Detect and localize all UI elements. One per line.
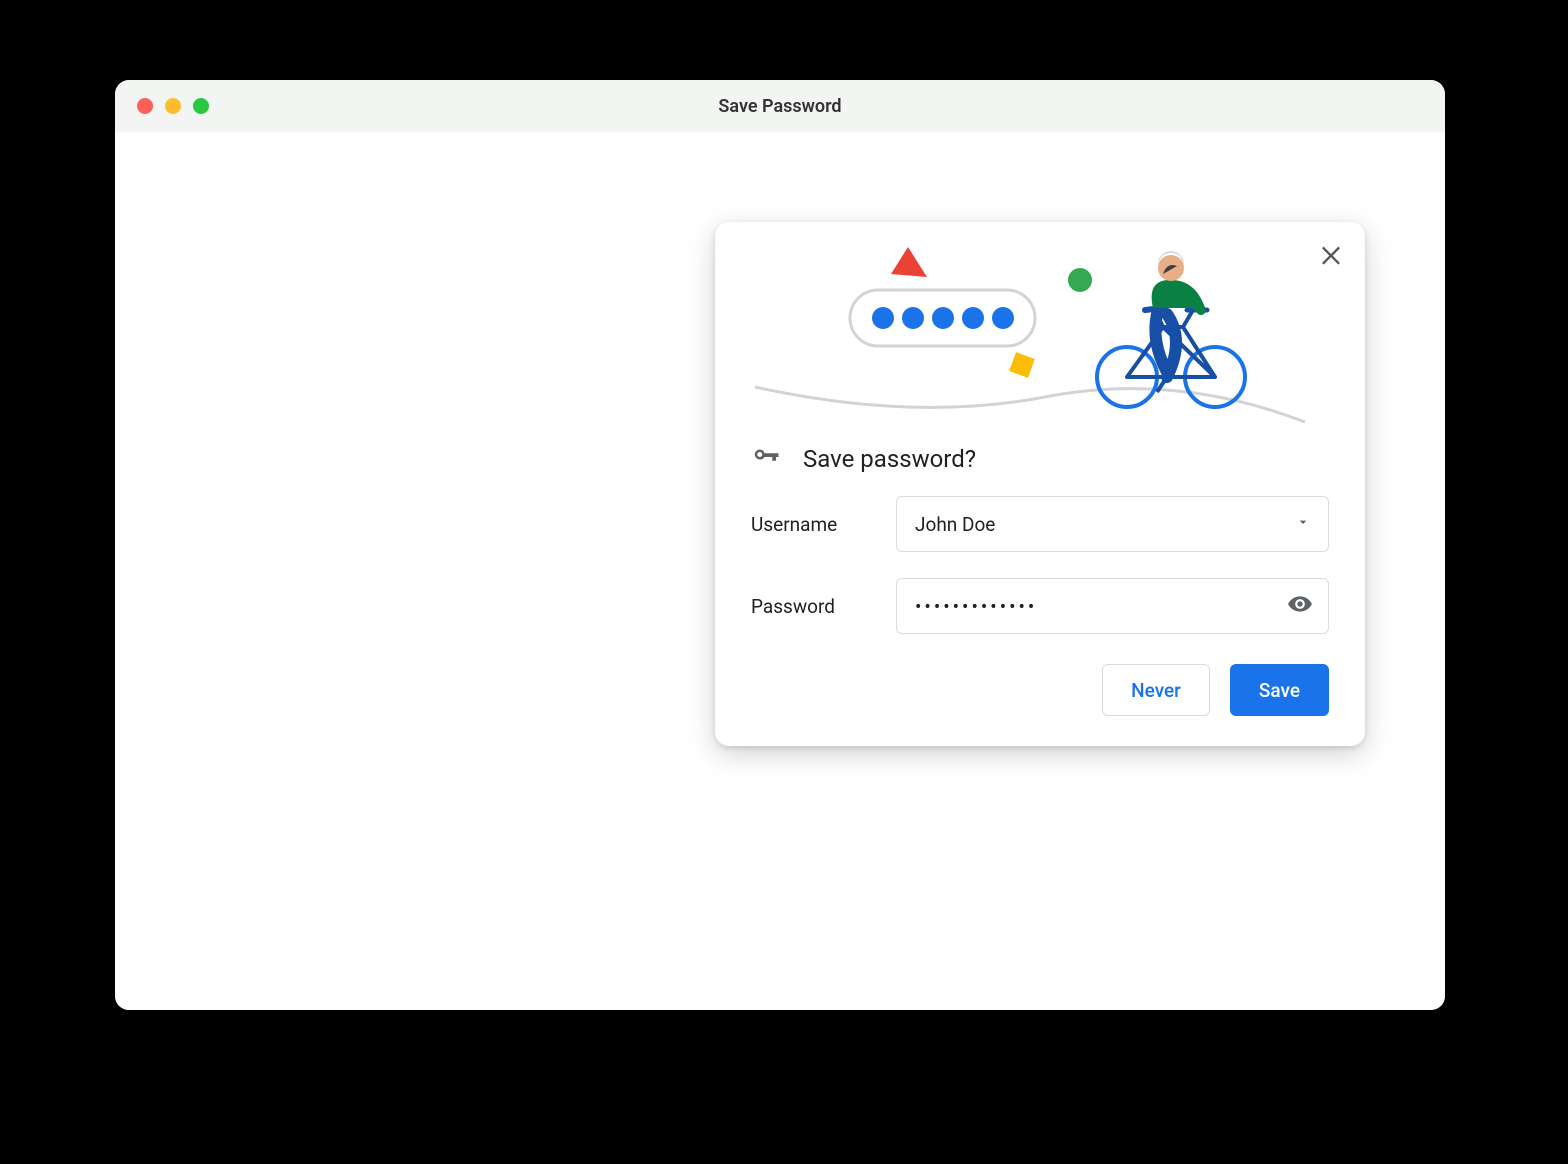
username-row: Username John Doe [715,482,1365,552]
titlebar: Save Password [115,80,1445,132]
window-controls [137,98,209,114]
key-icon [751,442,781,476]
save-button[interactable]: Save [1230,664,1329,716]
password-masked-value: ••••••••••••• [915,595,1037,618]
username-value: John Doe [915,513,995,536]
popover-heading: Save password? [803,445,976,473]
save-password-popover: Save password? Username John Doe Passwor… [715,222,1365,746]
username-dropdown[interactable]: John Doe [896,496,1329,552]
password-row: Password ••••••••••••• [715,552,1365,634]
eye-icon[interactable] [1287,591,1313,621]
illustration-cyclist-password [715,222,1365,432]
window-title: Save Password [115,96,1445,117]
popover-header: Save password? [715,432,1365,482]
window-zoom-button[interactable] [193,98,209,114]
popover-buttons: Never Save [715,634,1365,716]
password-label: Password [751,595,896,618]
window-close-button[interactable] [137,98,153,114]
username-label: Username [751,513,896,536]
password-input[interactable]: ••••••••••••• [896,578,1329,634]
never-button[interactable]: Never [1102,664,1210,716]
app-window: Save Password [115,80,1445,1010]
window-minimize-button[interactable] [165,98,181,114]
window-content: Save password? Username John Doe Passwor… [115,132,1445,1010]
